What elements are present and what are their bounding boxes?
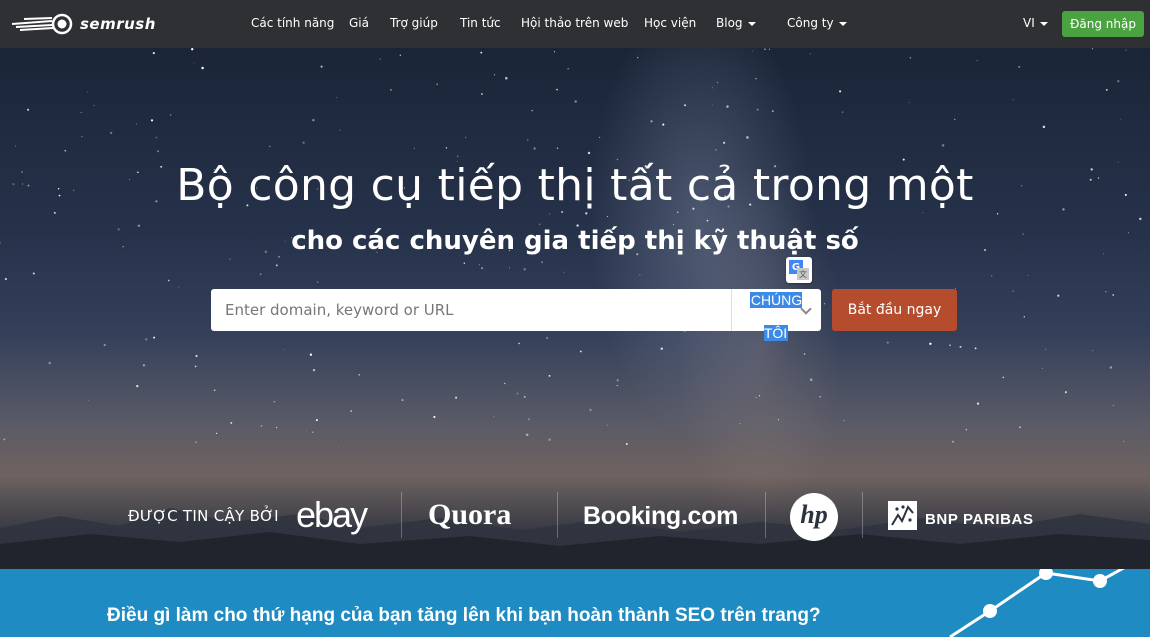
semrush-comet-icon [11,13,73,35]
nav-item-help[interactable]: Trợ giúp [390,16,438,30]
hp-logo: hp [790,493,838,541]
language-selector[interactable]: VI [1023,16,1048,30]
nav-item-company[interactable]: Công ty [787,16,847,30]
search-box [211,289,821,331]
hp-logo-text: hp [800,500,828,529]
booking-logo: Booking.com [583,502,739,530]
start-now-button[interactable]: Bắt đầu ngay [832,289,957,331]
trusted-by-label: ĐƯỢC TIN CẬY BỞI [128,507,279,525]
hero-section: Bộ công cụ tiếp thị tất cả trong một cho… [0,48,1150,569]
database-selected-text: CHÚNG TÔI [749,292,803,341]
semrush-logo[interactable]: semrush [10,12,156,36]
logo-wordmark: semrush [80,15,156,33]
quora-logo: Quora [428,498,512,531]
hero-subheadline: cho các chuyên gia tiếp thị kỹ thuật số [291,226,859,256]
logo-divider [401,492,402,538]
nav-item-features[interactable]: Các tính năng [251,16,334,30]
hero-headline: Bộ công cụ tiếp thị tất cả trong một [176,160,974,211]
nav-item-pricing[interactable]: Giá [349,16,369,30]
logo-divider [862,492,863,538]
bnp-stars-icon [888,501,917,530]
search-input[interactable] [211,289,731,331]
ebay-logo: ebay [296,494,368,535]
caret-down-icon [1039,21,1048,26]
promo-heading: Điều gì làm cho thứ hạng của bạn tăng lê… [107,605,821,626]
nav-item-company-label: Công ty [787,16,834,30]
caret-down-icon [838,21,847,26]
nav-item-news[interactable]: Tin tức [460,16,501,30]
logo-divider [765,492,766,538]
growth-graph-icon [949,569,1125,637]
login-button[interactable]: Đăng nhập [1062,11,1144,37]
google-translate-icon[interactable]: G 文 [786,257,812,283]
bnp-paribas-logo: BNP PARIBAS [888,501,1034,530]
translate-lang-glyph: 文 [797,268,809,280]
caret-down-icon [747,21,756,26]
nav-item-academy[interactable]: Học viện [644,16,696,30]
top-navbar: semrush Các tính năng Giá Trợ giúp Tin t… [0,0,1150,48]
bnp-paribas-text: BNP PARIBAS [925,511,1034,528]
nav-item-blog-label: Blog [716,16,743,30]
nav-item-blog[interactable]: Blog [716,16,756,30]
language-label: VI [1023,16,1035,30]
promo-band: Điều gì làm cho thứ hạng của bạn tăng lê… [0,569,1150,637]
database-selected-value: CHÚNG TÔI [748,284,804,350]
nav-item-webinars[interactable]: Hội thảo trên web [521,16,628,30]
logo-divider [557,492,558,538]
